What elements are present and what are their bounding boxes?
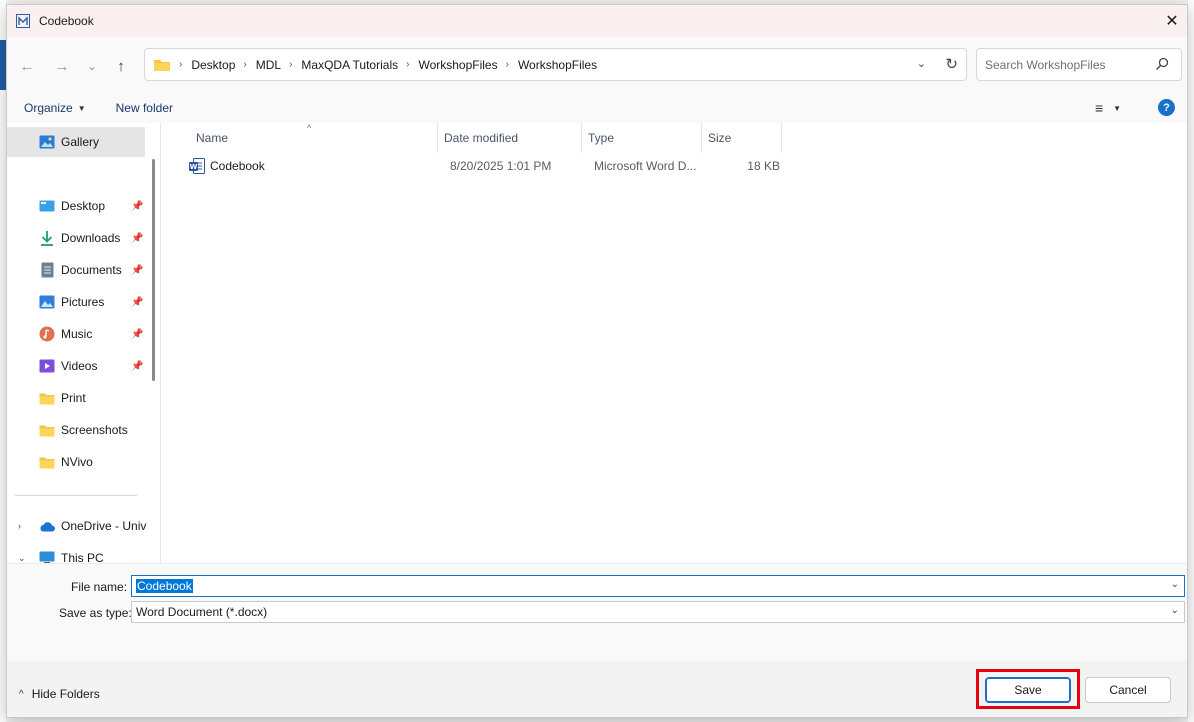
file-name-label: File name: bbox=[71, 580, 128, 594]
save-dialog: Codebook ✕ ← → ⌄ ↑ › Desktop › MDL › MaxQD… bbox=[6, 4, 1188, 718]
forward-arrow-icon[interactable]: → bbox=[50, 54, 74, 78]
sidebar-scrollbar[interactable] bbox=[152, 159, 155, 381]
word-doc-icon: W bbox=[189, 158, 205, 177]
sidebar-item-videos[interactable]: Videos 📌 bbox=[7, 351, 145, 381]
sidebar-item-print[interactable]: Print bbox=[7, 383, 145, 413]
pin-icon: 📌 bbox=[131, 200, 144, 212]
address-bar[interactable]: › Desktop › MDL › MaxQDA Tutorials › Worksh… bbox=[144, 48, 967, 81]
folder-icon bbox=[39, 422, 55, 438]
title-bar: Codebook ✕ bbox=[7, 5, 1187, 37]
save-as-type-value: Word Document (*.docx) bbox=[136, 605, 268, 619]
save-as-type-select[interactable]: Word Document (*.docx) ⌄ bbox=[131, 601, 1185, 623]
pin-icon: 📌 bbox=[131, 232, 144, 244]
address-dropdown-chevron-icon[interactable]: ⌄ bbox=[917, 57, 926, 70]
pin-icon: 📌 bbox=[131, 328, 144, 340]
window-title: Codebook bbox=[39, 14, 94, 28]
background-right-strip bbox=[1188, 0, 1194, 722]
command-bar: Organize ▼ New folder ≡ ▼ ? bbox=[7, 93, 1187, 123]
desktop-icon bbox=[39, 198, 55, 214]
cancel-button[interactable]: Cancel bbox=[1085, 677, 1171, 703]
maxqda-app-icon bbox=[15, 13, 31, 29]
sidebar-item-onedrive[interactable]: › OneDrive - Univ bbox=[7, 511, 146, 541]
breadcrumb-workshopfiles-parent[interactable]: WorkshopFiles › bbox=[418, 58, 517, 72]
column-header-size[interactable]: Size bbox=[702, 123, 782, 153]
onedrive-icon bbox=[39, 518, 55, 534]
sidebar-item-screenshots[interactable]: Screenshots bbox=[7, 415, 145, 445]
search-icon[interactable] bbox=[1155, 57, 1169, 74]
file-type: Microsoft Word D... bbox=[594, 159, 697, 173]
view-caret-icon: ▼ bbox=[1113, 103, 1122, 113]
file-name-value: Codebook bbox=[136, 579, 193, 593]
sidebar-item-nvivo[interactable]: NVivo bbox=[7, 447, 145, 477]
pin-icon: 📌 bbox=[131, 264, 144, 276]
breadcrumb-mdl[interactable]: MDL › bbox=[256, 58, 302, 72]
videos-icon bbox=[39, 358, 55, 374]
save-as-type-dropdown-chevron-icon[interactable]: ⌄ bbox=[1171, 605, 1179, 616]
file-name-dropdown-chevron-icon[interactable]: ⌄ bbox=[1171, 579, 1179, 590]
music-icon bbox=[39, 326, 55, 342]
collapse-chevron-icon[interactable]: ⌄ bbox=[18, 553, 26, 564]
breadcrumb-root-separator: › bbox=[179, 59, 183, 70]
pictures-icon bbox=[39, 294, 55, 310]
breadcrumb-desktop[interactable]: Desktop › bbox=[191, 58, 255, 72]
folder-icon bbox=[153, 58, 171, 72]
dialog-footer: ^ Hide Folders Save Cancel bbox=[7, 661, 1187, 717]
file-list: ^ Name Date modified Type Size W Codeboo… bbox=[163, 123, 1187, 563]
file-name-field[interactable]: Codebook ⌄ bbox=[131, 575, 1185, 597]
downloads-icon bbox=[39, 230, 55, 246]
sidebar-item-gallery[interactable]: Gallery bbox=[7, 127, 145, 157]
navigation-pane: Gallery Desktop 📌 Downloads 📌 Documents … bbox=[7, 123, 161, 563]
expand-chevron-icon[interactable]: › bbox=[18, 521, 21, 531]
refresh-icon[interactable]: ↻ bbox=[945, 55, 958, 73]
back-arrow-icon[interactable]: ← bbox=[15, 54, 39, 78]
save-as-type-label: Save as type: bbox=[59, 606, 132, 620]
sidebar-item-downloads[interactable]: Downloads 📌 bbox=[7, 223, 145, 253]
pin-icon: 📌 bbox=[131, 360, 144, 372]
recent-locations-chevron-icon[interactable]: ⌄ bbox=[80, 54, 104, 78]
help-icon[interactable]: ? bbox=[1158, 99, 1175, 116]
save-button[interactable]: Save bbox=[985, 677, 1071, 703]
chevron-up-icon: ^ bbox=[19, 688, 24, 700]
breadcrumb-workshopfiles-current[interactable]: WorkshopFiles bbox=[518, 58, 597, 72]
folder-icon bbox=[39, 390, 55, 406]
sidebar-item-this-pc[interactable]: ⌄ This PC bbox=[7, 543, 145, 563]
close-icon[interactable]: ✕ bbox=[1157, 5, 1187, 37]
pin-icon: 📌 bbox=[131, 296, 144, 308]
navigation-bar: ← → ⌄ ↑ › Desktop › MDL › MaxQDA Tutorials… bbox=[7, 37, 1187, 93]
breadcrumb-maxqda-tutorials[interactable]: MaxQDA Tutorials › bbox=[301, 58, 418, 72]
new-folder-button[interactable]: New folder bbox=[108, 101, 181, 115]
organize-menu-button[interactable]: Organize ▼ bbox=[16, 101, 94, 115]
up-arrow-icon[interactable]: ↑ bbox=[109, 54, 133, 78]
column-header-name[interactable]: Name bbox=[190, 123, 438, 153]
column-header-type[interactable]: Type bbox=[582, 123, 702, 153]
search-placeholder: Search WorkshopFiles bbox=[985, 57, 1106, 72]
file-name: Codebook bbox=[210, 159, 265, 173]
file-size: 18 KB bbox=[747, 159, 780, 173]
organize-caret-icon: ▼ bbox=[77, 103, 86, 113]
hide-folders-button[interactable]: ^ Hide Folders bbox=[19, 687, 100, 701]
sidebar-item-pictures[interactable]: Pictures 📌 bbox=[7, 287, 145, 317]
sidebar-item-documents[interactable]: Documents 📌 bbox=[7, 255, 145, 285]
column-header-date-modified[interactable]: Date modified bbox=[438, 123, 582, 153]
gallery-icon bbox=[39, 134, 55, 150]
view-list-icon: ≡ bbox=[1095, 100, 1104, 116]
search-input[interactable]: Search WorkshopFiles bbox=[976, 48, 1182, 81]
folder-icon bbox=[39, 454, 55, 470]
file-row[interactable]: W Codebook 8/20/2025 1:01 PM Microsoft W… bbox=[163, 154, 787, 178]
file-date-modified: 8/20/2025 1:01 PM bbox=[450, 159, 552, 173]
save-form: File name: Codebook ⌄ Save as type: Word… bbox=[7, 563, 1187, 661]
svg-text:W: W bbox=[190, 163, 198, 171]
sidebar-divider bbox=[15, 495, 137, 496]
pc-icon bbox=[39, 550, 55, 563]
sidebar-item-music[interactable]: Music 📌 bbox=[7, 319, 145, 349]
sidebar-item-desktop[interactable]: Desktop 📌 bbox=[7, 191, 145, 221]
view-options-button[interactable]: ≡ ▼ bbox=[1095, 100, 1121, 116]
documents-icon bbox=[39, 262, 55, 278]
